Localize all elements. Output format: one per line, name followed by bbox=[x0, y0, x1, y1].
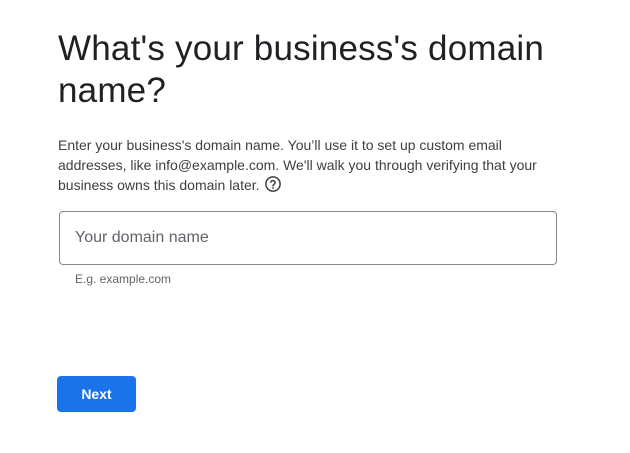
next-button[interactable]: Next bbox=[57, 376, 136, 412]
page-title: What's your business's domain name? bbox=[58, 29, 545, 110]
help-icon[interactable] bbox=[264, 175, 282, 193]
domain-helper-text: E.g. example.com bbox=[75, 272, 172, 286]
domain-name-field bbox=[59, 211, 557, 265]
page-description: Enter your business's domain name. You’l… bbox=[58, 135, 558, 195]
description-text: Enter your business's domain name. You’l… bbox=[58, 137, 537, 193]
domain-name-input[interactable] bbox=[60, 212, 556, 264]
